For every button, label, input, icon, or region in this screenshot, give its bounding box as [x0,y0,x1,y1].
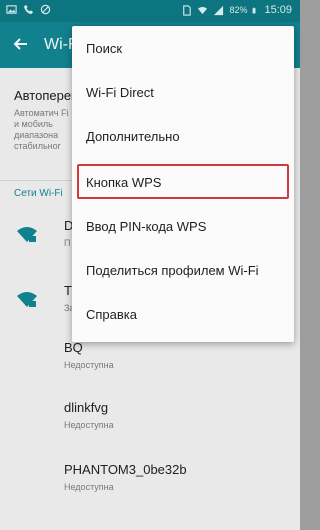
menu-item-share-profile[interactable]: Поделиться профилем Wi-Fi [72,248,294,292]
network-status: П [64,238,71,248]
network-row[interactable]: PHANTOM3_0be32b Недоступна [0,452,300,512]
network-status: Недоступна [64,420,114,430]
networks-section-header: Сети Wi-Fi [0,180,80,205]
auto-switch-title[interactable]: Автоперек [14,88,74,103]
network-name: PHANTOM3_0be32b [64,462,187,477]
status-bar-right-icons: 82% 15:09 [181,4,292,16]
networks-header-label: Сети Wi-Fi [14,188,63,199]
network-status: Недоступна [64,482,114,492]
highlight-box [77,164,289,199]
battery-percent: 82% [229,5,248,15]
menu-item-advanced[interactable]: Дополнительно [72,114,294,158]
network-row[interactable]: dlinkfvg Недоступна [0,390,300,450]
menu-item-search[interactable]: Поиск [72,26,294,70]
status-bar-left-icons [6,4,51,15]
network-name: BQ [64,340,83,355]
network-name: dlinkfvg [64,400,109,415]
signal-icon [214,5,224,15]
wifi-secured-icon [17,292,37,307]
image-icon [6,5,17,14]
wifi-secured-icon [17,227,37,242]
status-bar: 82% 15:09 [0,0,300,22]
wifi-icon [198,6,208,14]
auto-switch-description: Автоматич Fi и мобиль диапазона стабильн… [14,108,69,151]
back-arrow-icon[interactable] [12,35,30,53]
sim-icon [183,4,192,16]
battery-icon [253,7,256,13]
menu-item-wifi-direct[interactable]: Wi-Fi Direct [72,70,294,114]
overflow-menu: Поиск Wi-Fi Direct Дополнительно Кнопка … [72,26,294,342]
menu-item-wps-pin[interactable]: Ввод PIN-кода WPS [72,204,294,248]
blocked-icon [40,4,51,15]
network-name: T [64,283,72,298]
phone-icon [23,4,34,15]
page-title: Wi-Fi [44,36,74,53]
network-status: Недоступна [64,360,114,370]
clock: 15:09 [264,4,292,16]
menu-item-help[interactable]: Справка [72,292,294,336]
